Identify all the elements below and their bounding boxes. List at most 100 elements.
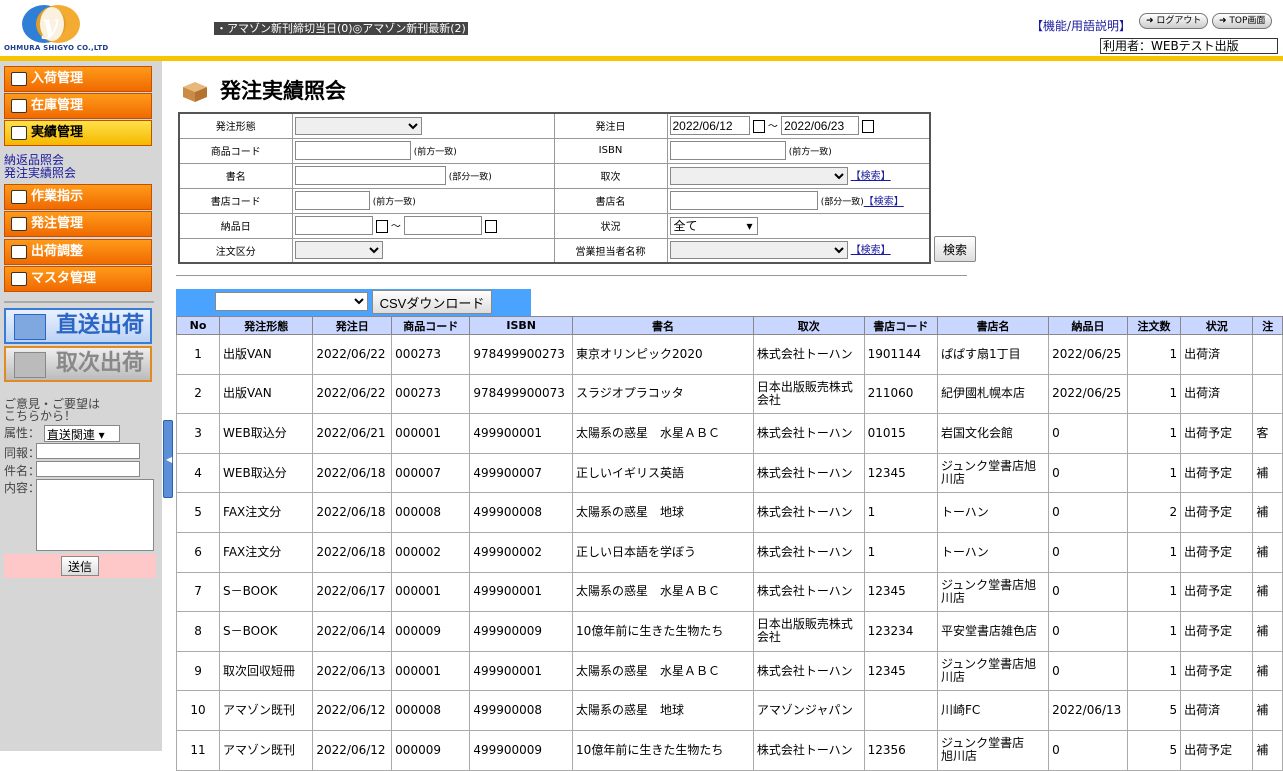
col-product-code-cell: 000008 xyxy=(391,690,471,731)
col-product-code-cell: 000007 xyxy=(391,452,471,494)
calendar-icon[interactable] xyxy=(752,120,765,134)
status-select[interactable]: 全て ▾ xyxy=(669,216,758,235)
store-code-input[interactable] xyxy=(294,191,370,210)
col-order-date-cell: 2022/06/18 xyxy=(312,492,393,533)
attr-select[interactable]: 直送関連 ▾ xyxy=(43,425,120,442)
table-row[interactable]: 3 WEB取込分 2022/06/21 000001 499900001 太陽系の惑星 水… xyxy=(175,413,1283,454)
col-product-code-cell: 000002 xyxy=(391,531,471,573)
direct-ship-button[interactable]: 直送出荷 xyxy=(4,308,152,344)
content-textarea[interactable] xyxy=(36,479,154,551)
calendar-icon[interactable] xyxy=(862,120,875,134)
col-store-code-cell: 12345 xyxy=(863,571,939,613)
nav-inventory-label: 在庫管理 xyxy=(31,98,84,113)
col-store-code-cell: 123234 xyxy=(863,611,939,652)
table-row[interactable]: 2 出版VAN 2022/06/22 000273 978499900073 スラジオプラ… xyxy=(175,373,1283,415)
col-distributor-cell: 株式会社トーハン xyxy=(752,531,865,573)
col-order-type-header[interactable]: 発注形態 xyxy=(219,316,314,335)
col-store-name-header[interactable]: 書店名 xyxy=(937,316,1050,335)
calendar-icon[interactable] xyxy=(375,220,388,233)
calendar-icon[interactable] xyxy=(485,220,498,233)
logout-button[interactable]: ➜ ログアウト xyxy=(1139,13,1209,29)
order-class-select[interactable] xyxy=(294,241,383,260)
submenu-order-results[interactable]: 発注実績照会 xyxy=(4,167,156,180)
range-sep: ～ xyxy=(767,121,778,133)
csv-download-button[interactable]: CSVダウンロード xyxy=(372,290,492,314)
title-input[interactable] xyxy=(294,166,446,185)
document-icon xyxy=(11,125,27,140)
table-row[interactable]: 11 アマゾン既刊 2022/06/12 000009 499900009 10億年前に生… xyxy=(175,729,1283,771)
col-order-date-header[interactable]: 発注日 xyxy=(312,316,393,335)
table-row[interactable]: 5 FAX注文分 2022/06/18 000008 499900008 太陽系の惑星 地… xyxy=(175,492,1283,533)
logo-mark-icon: y xyxy=(22,5,80,43)
col-store-name-cell: ジュンク堂書店旭川店 xyxy=(937,571,1050,613)
product-code-input[interactable] xyxy=(294,141,411,160)
col-isbn-header[interactable]: ISBN xyxy=(469,316,574,335)
store-search-link[interactable]: 【検索】 xyxy=(864,197,904,208)
table-row[interactable]: 8 S－BOOK 2022/06/14 000009 499900009 10億年前に生き… xyxy=(175,611,1283,652)
table-row[interactable]: 7 S－BOOK 2022/06/17 000001 499900001 太陽系の惑星 水… xyxy=(175,571,1283,613)
isbn-input[interactable] xyxy=(669,141,786,160)
subject-input[interactable] xyxy=(36,461,140,477)
subject-label: 件名： xyxy=(4,464,41,478)
help-link[interactable]: 【機能/用語説明】 xyxy=(1031,17,1131,34)
store-name-input[interactable] xyxy=(669,191,818,210)
order-date-to-input[interactable] xyxy=(781,116,860,136)
col-title-cell: 正しいイギリス英語 xyxy=(572,452,754,494)
col-no-header[interactable]: No xyxy=(175,316,221,335)
col-note-cell xyxy=(1252,334,1283,375)
col-status-cell: 出荷予定 xyxy=(1180,571,1254,613)
sales-rep-select[interactable] xyxy=(669,241,848,260)
company-logo[interactable]: y OHMURA SHIGYO CO.,LTD xyxy=(4,3,114,55)
nav-shipping-adjust[interactable]: 出荷調整 xyxy=(4,239,152,265)
col-distributor-header[interactable]: 取次 xyxy=(752,316,865,335)
sidebar-collapse-handle[interactable]: ◀ xyxy=(163,420,173,498)
news-item-amazon-latest[interactable]: アマゾン新刊最新(2) xyxy=(362,22,466,35)
col-order-type-cell: WEB取込分 xyxy=(219,452,314,494)
col-product-code-header[interactable]: 商品コード xyxy=(391,316,471,335)
col-store-code-header[interactable]: 書店コード xyxy=(863,316,939,335)
csv-format-select[interactable] xyxy=(215,292,368,311)
col-distributor-cell: 株式会社トーハン xyxy=(752,413,865,454)
col-isbn-cell: 499900009 xyxy=(469,611,574,652)
order-type-select[interactable] xyxy=(294,116,422,135)
col-no-cell: 10 xyxy=(175,690,221,731)
report-input[interactable] xyxy=(36,443,140,459)
sales-rep-search-link[interactable]: 【検索】 xyxy=(851,245,891,256)
distributor-search-link[interactable]: 【検索】 xyxy=(851,171,891,182)
col-note-header[interactable]: 注 xyxy=(1252,316,1283,335)
nav-master[interactable]: マスタ管理 xyxy=(4,266,152,292)
col-qty-cell: 1 xyxy=(1126,334,1182,375)
search-button[interactable]: 検索 xyxy=(934,236,976,262)
nav-orders[interactable]: 発注管理 xyxy=(4,211,152,237)
delivery-date-from-input[interactable] xyxy=(294,216,373,235)
table-row[interactable]: 1 出版VAN 2022/06/22 000273 978499900273 東京オリンピ… xyxy=(175,334,1283,375)
nav-results[interactable]: 実績管理 xyxy=(4,120,152,146)
col-status-header[interactable]: 状況 xyxy=(1180,316,1254,335)
col-store-code-cell: 12345 xyxy=(863,650,939,692)
col-product-code-cell: 000001 xyxy=(391,571,471,613)
order-date-from-input[interactable] xyxy=(669,116,750,136)
distributor-ship-button[interactable]: 取次出荷 xyxy=(4,346,152,382)
nav-work-instructions[interactable]: 作業指示 xyxy=(4,184,152,210)
send-button[interactable]: 送信 xyxy=(61,556,99,576)
col-store-name-cell: トーハン xyxy=(937,531,1050,573)
col-qty-header[interactable]: 注文数 xyxy=(1126,316,1182,335)
col-delivery-date-header[interactable]: 納品日 xyxy=(1048,316,1128,335)
col-title-cell: 太陽系の惑星 水星ＡＢＣ xyxy=(572,571,754,613)
distributor-select[interactable] xyxy=(669,166,848,185)
table-row[interactable]: 4 WEB取込分 2022/06/18 000007 499900007 正しいイギリス英… xyxy=(175,452,1283,494)
table-row[interactable]: 10 アマゾン既刊 2022/06/12 000008 499900008 太陽系の惑星 … xyxy=(175,690,1283,731)
delivery-date-to-input[interactable] xyxy=(404,216,483,235)
top-button[interactable]: ➜ TOP画面 xyxy=(1212,13,1273,29)
col-isbn-cell: 499900001 xyxy=(469,413,574,454)
news-item-amazon-deadline[interactable]: アマゾン新刊締切当日(0) xyxy=(227,22,353,35)
table-row[interactable]: 6 FAX注文分 2022/06/18 000002 499900002 正しい日本語を学… xyxy=(175,531,1283,573)
col-qty-cell: 1 xyxy=(1126,413,1182,454)
nav-receiving[interactable]: 入荷管理 xyxy=(4,66,152,92)
isbn-label: ISBN xyxy=(553,137,668,164)
nav-inventory[interactable]: 在庫管理 xyxy=(4,93,152,119)
col-title-header[interactable]: 書名 xyxy=(572,316,754,335)
checklist-icon xyxy=(14,352,46,378)
table-row[interactable]: 9 取次回収短冊 2022/06/13 000001 499900001 太陽系の惑星 水… xyxy=(175,650,1283,692)
table-header-row: No 発注形態 発注日 商品コード ISBN 書名 取次 書店コード 書店名 納品日 注文数 状況注 xyxy=(175,316,1283,335)
